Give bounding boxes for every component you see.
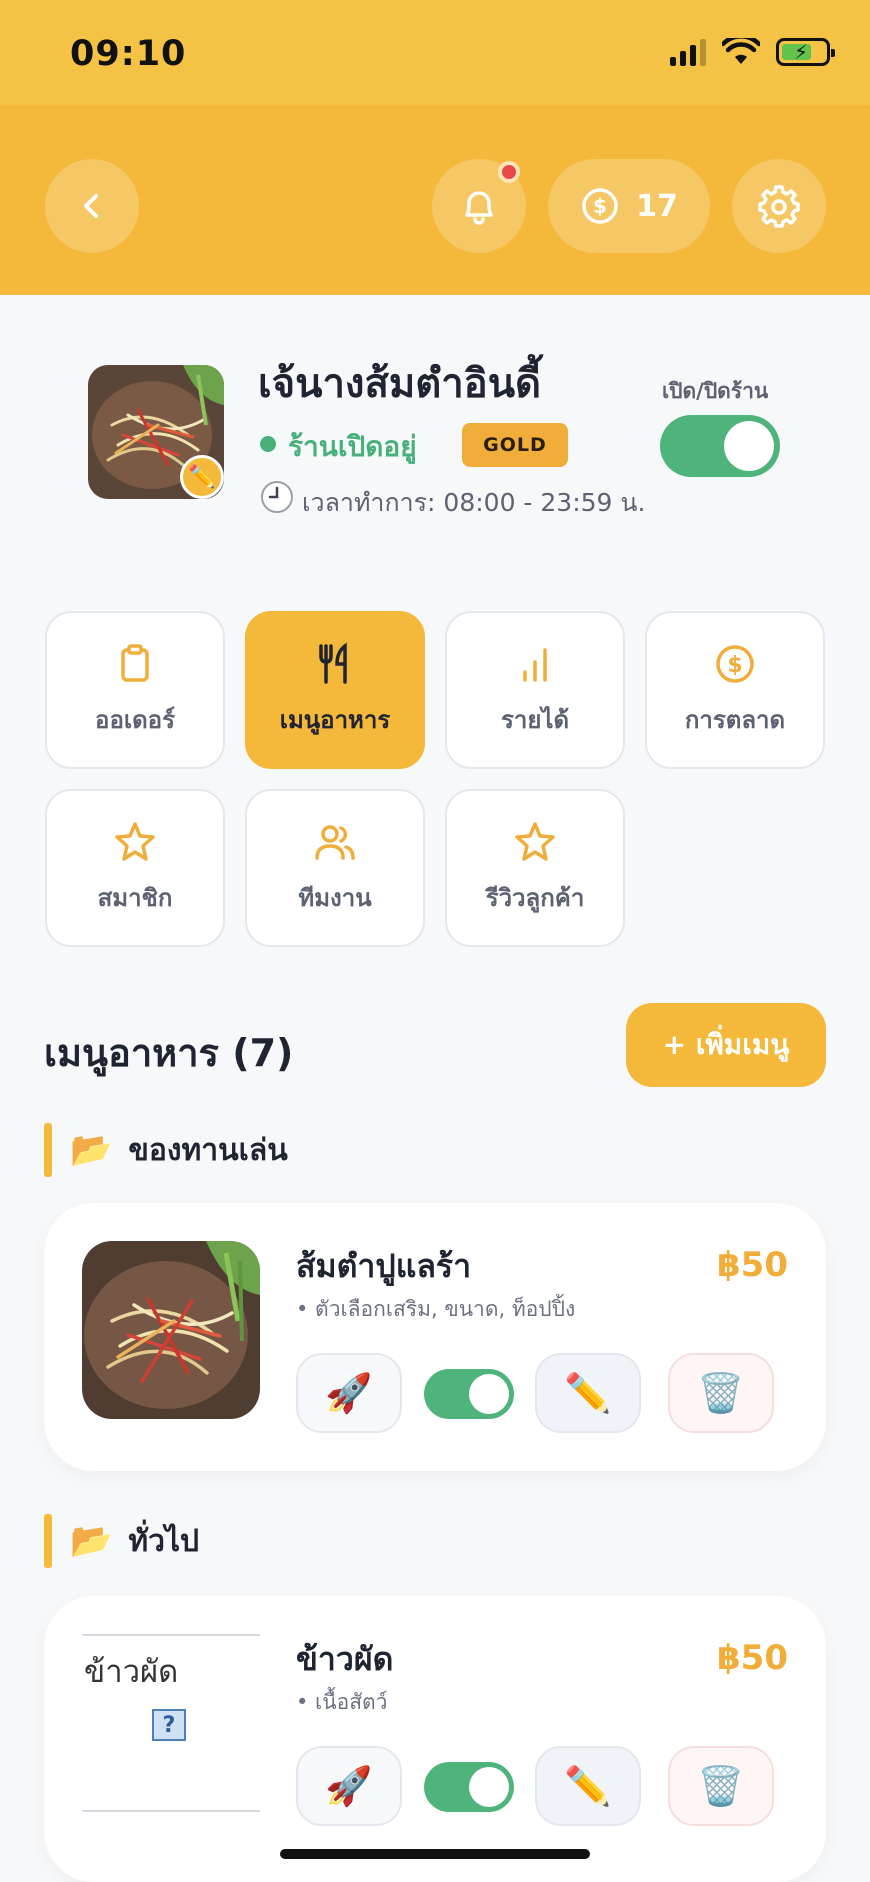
pencil-icon: ✏️ xyxy=(564,1370,612,1415)
folder-icon: 📂 xyxy=(70,1130,113,1170)
nav-team[interactable]: ทีมงาน xyxy=(245,789,425,947)
image-alt-text: ข้าวผัด xyxy=(84,1654,179,1690)
trash-icon: 🗑️ xyxy=(697,1370,745,1415)
shop-toggle-label: เปิด/ปิดร้าน xyxy=(662,379,769,403)
settings-button[interactable] xyxy=(732,159,826,253)
svg-text:$: $ xyxy=(727,653,742,678)
wifi-icon xyxy=(722,38,760,64)
star-icon xyxy=(515,821,555,861)
trash-icon: 🗑️ xyxy=(697,1763,745,1808)
nav-menu[interactable]: เมนูอาหาร xyxy=(245,611,425,769)
clipboard-icon xyxy=(121,643,149,682)
menu-item-options: • เนื้อสัตว์ xyxy=(296,1690,388,1714)
clock-icon xyxy=(261,481,293,513)
delete-button[interactable]: 🗑️ xyxy=(668,1746,774,1826)
menu-item-price: ฿50 xyxy=(717,1245,788,1285)
bar-chart-icon xyxy=(523,647,547,682)
signal-icon xyxy=(670,38,706,66)
dollar-coin-icon: $ xyxy=(582,188,618,224)
toggle-knob xyxy=(469,1374,509,1414)
category-accent-bar xyxy=(44,1123,52,1177)
gear-icon xyxy=(758,185,800,228)
app-header: $ 17 xyxy=(0,105,870,295)
nav-reviews[interactable]: รีวิวลูกค้า xyxy=(445,789,625,947)
boost-button[interactable]: 🚀 xyxy=(296,1353,402,1433)
nav-label: ออเดอร์ xyxy=(95,705,175,734)
fork-knife-icon xyxy=(319,641,347,684)
folder-icon: 📂 xyxy=(70,1521,113,1561)
menu-item-name: ส้มตำปูแลร้า xyxy=(296,1247,472,1285)
nav-marketing[interactable]: $ การตลาด xyxy=(645,611,825,769)
boost-button[interactable]: 🚀 xyxy=(296,1746,402,1826)
shop-profile: ✏️ เจ้นางส้มตำอินดี้ ร้านเปิดอยู่ GOLD เ… xyxy=(0,295,870,555)
business-hours: เวลาทำการ: 08:00 - 23:59 น. xyxy=(302,488,646,517)
rocket-icon: 🚀 xyxy=(325,1763,373,1808)
nav-label: ทีมงาน xyxy=(298,883,372,912)
nav-label: การตลาด xyxy=(684,705,786,734)
nav-label: สมาชิก xyxy=(97,883,173,912)
status-bar: 09:10 ⚡ xyxy=(0,0,870,105)
add-menu-button[interactable]: + เพิ่มเมนู xyxy=(626,1003,826,1087)
menu-item-options: • ตัวเลือกเสริม, ขนาด, ท็อปปิ้ง xyxy=(296,1297,576,1321)
status-dot xyxy=(260,436,276,452)
bell-icon xyxy=(465,191,493,225)
menu-item-price: ฿50 xyxy=(717,1638,788,1678)
shop-name: เจ้นางส้มตำอินดี้ xyxy=(258,361,542,407)
menu-section-title: เมนูอาหาร (7) xyxy=(44,1031,294,1075)
rocket-icon: 🚀 xyxy=(325,1370,373,1415)
menu-item-image xyxy=(82,1241,260,1419)
nav-label: รายได้ xyxy=(500,705,570,734)
nav-orders[interactable]: ออเดอร์ xyxy=(45,611,225,769)
dollar-coin-icon: $ xyxy=(716,644,754,683)
pencil-icon: ✏️ xyxy=(188,464,216,490)
tier-badge: GOLD xyxy=(462,423,568,467)
edit-button[interactable]: ✏️ xyxy=(535,1353,641,1433)
menu-item-toggle[interactable] xyxy=(424,1762,514,1812)
menu-item-card[interactable]: ส้มตำปูแลร้า • ตัวเลือกเสริม, ขนาด, ท็อป… xyxy=(44,1203,826,1471)
category-accent-bar xyxy=(44,1514,52,1568)
notification-dot xyxy=(498,161,520,183)
coin-count: 17 xyxy=(636,188,678,224)
battery-icon: ⚡ xyxy=(776,38,835,66)
notifications-button[interactable] xyxy=(432,159,526,253)
menu-item-card[interactable]: ข้าวผัด ? ข้าวผัด • เนื้อสัตว์ ฿50 🚀 ✏️ … xyxy=(44,1596,826,1882)
category-header: 📂 ของทานเล่น xyxy=(44,1123,288,1177)
chevron-left-icon xyxy=(84,194,98,218)
status-icons: ⚡ xyxy=(670,38,835,66)
users-icon xyxy=(315,824,355,860)
broken-image-icon: ? xyxy=(152,1709,186,1741)
nav-label: รีวิวลูกค้า xyxy=(485,883,585,912)
category-name: ของทานเล่น xyxy=(128,1132,288,1168)
toggle-knob xyxy=(724,421,774,471)
nav-members[interactable]: สมาชิก xyxy=(45,789,225,947)
category-name: ทั่วไป xyxy=(128,1523,200,1559)
toggle-knob xyxy=(469,1767,509,1807)
menu-item-image-placeholder: ข้าวผัด ? xyxy=(82,1634,260,1812)
star-icon xyxy=(115,821,155,861)
nav-income[interactable]: รายได้ xyxy=(445,611,625,769)
menu-item-name: ข้าวผัด xyxy=(296,1640,394,1678)
status-time: 09:10 xyxy=(70,34,187,74)
pencil-icon: ✏️ xyxy=(564,1763,612,1808)
delete-button[interactable]: 🗑️ xyxy=(668,1353,774,1433)
menu-item-toggle[interactable] xyxy=(424,1369,514,1419)
coin-balance-button[interactable]: $ 17 xyxy=(548,159,710,253)
svg-text:$: $ xyxy=(593,194,607,218)
shop-open-toggle[interactable] xyxy=(660,415,780,477)
home-indicator[interactable] xyxy=(280,1849,590,1859)
edit-image-button[interactable]: ✏️ xyxy=(180,455,224,499)
edit-button[interactable]: ✏️ xyxy=(535,1746,641,1826)
nav-label: เมนูอาหาร xyxy=(279,705,391,734)
category-header: 📂 ทั่วไป xyxy=(44,1514,199,1568)
shop-status: ร้านเปิดอยู่ xyxy=(288,430,417,463)
back-button[interactable] xyxy=(45,159,139,253)
